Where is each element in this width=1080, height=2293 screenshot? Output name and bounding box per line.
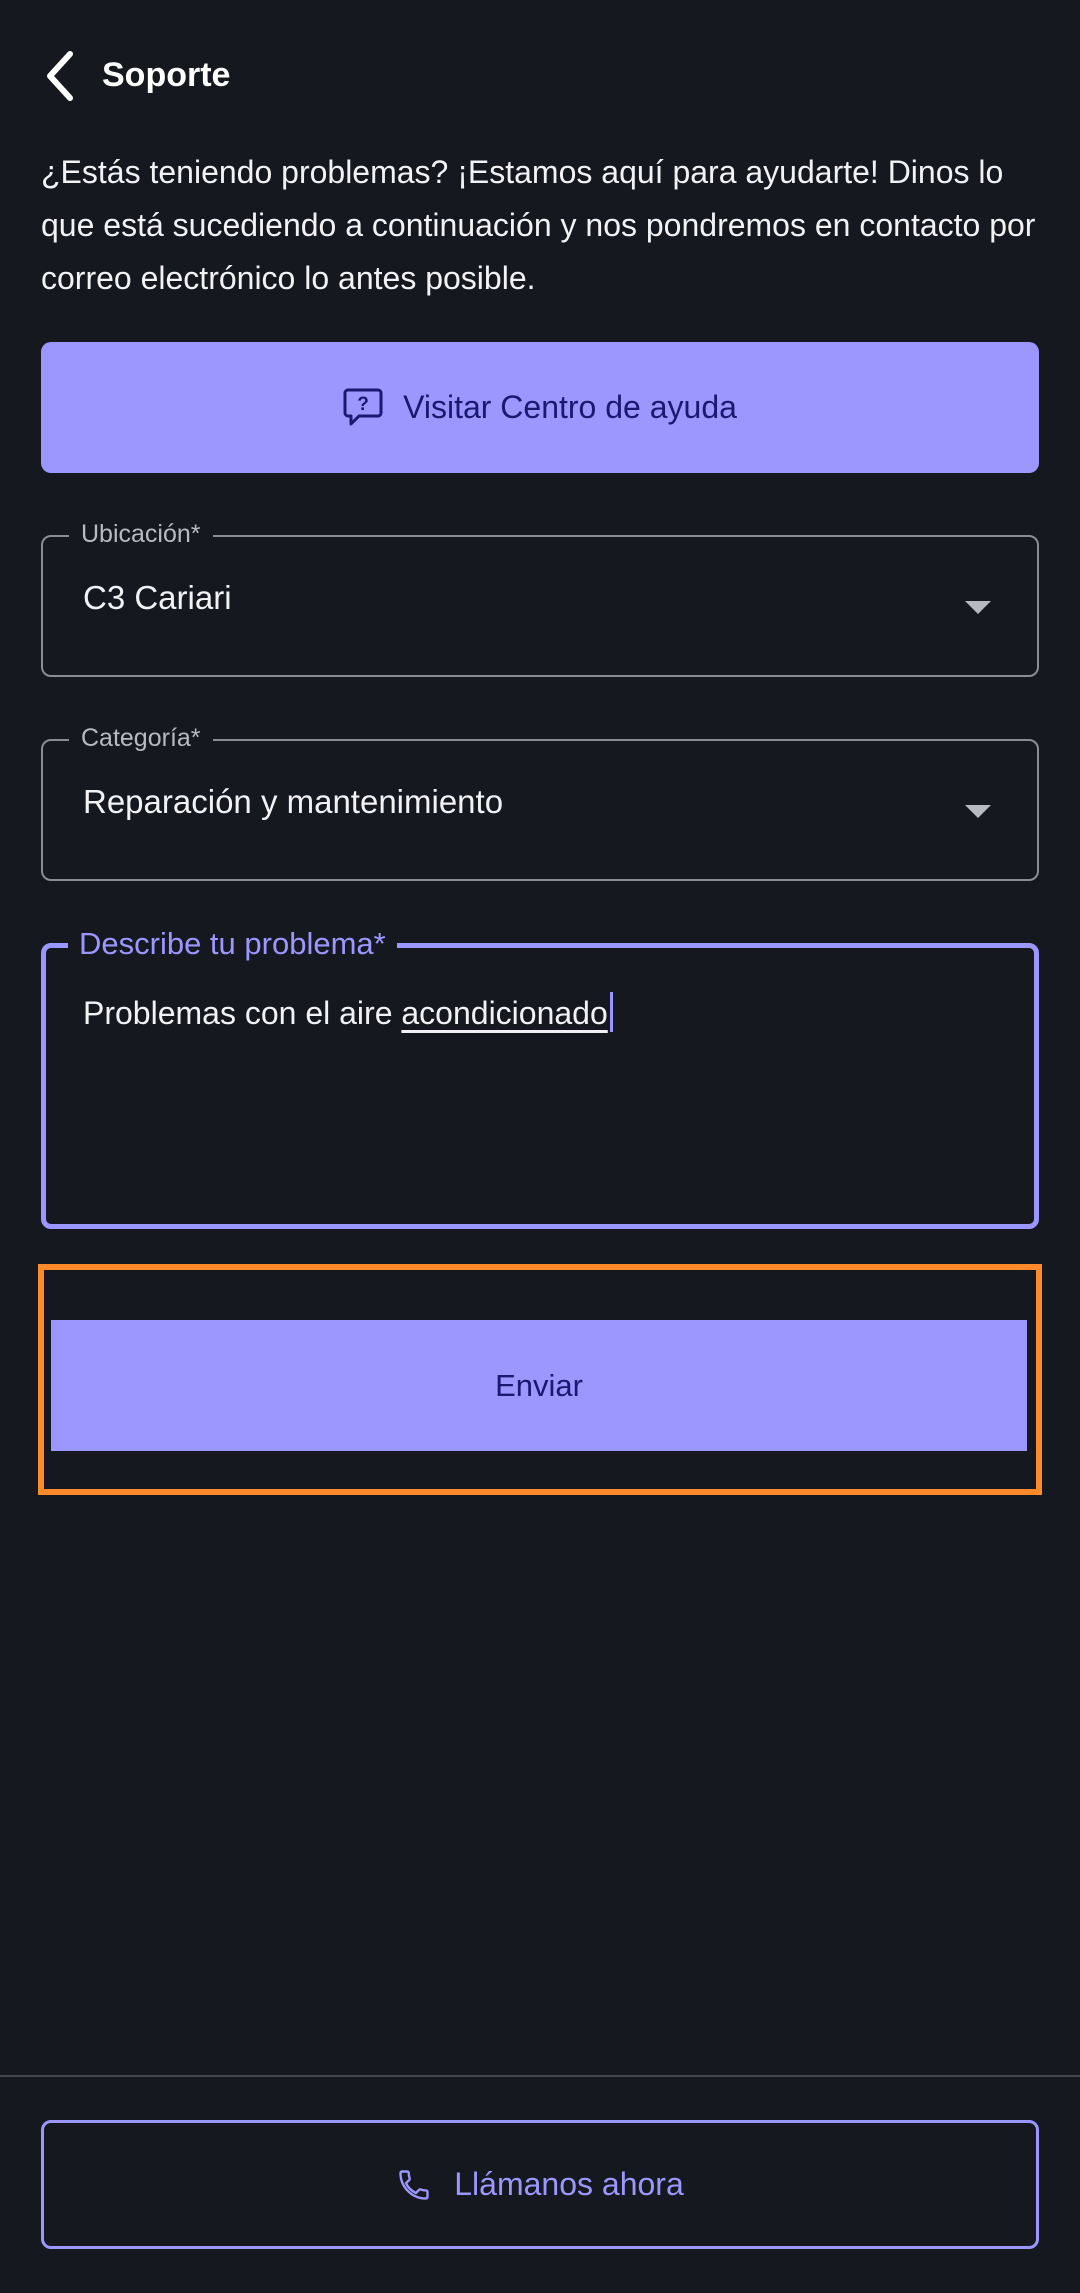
support-screen: Soporte ¿Estás teniendo problemas? ¡Esta… xyxy=(0,0,1080,2293)
text-cursor xyxy=(609,992,613,1032)
svg-text:?: ? xyxy=(357,394,369,415)
app-header: Soporte xyxy=(0,40,1080,112)
submit-button[interactable]: Enviar xyxy=(51,1320,1027,1451)
chevron-left-icon xyxy=(47,51,73,101)
submit-highlight-frame: Enviar xyxy=(38,1264,1042,1495)
category-label: Categoría* xyxy=(69,724,213,753)
submit-label: Enviar xyxy=(495,1367,583,1403)
question-chat-icon: ? xyxy=(343,388,383,425)
call-now-button[interactable]: Llámanos ahora xyxy=(41,2120,1039,2249)
help-center-button[interactable]: ? Visitar Centro de ayuda xyxy=(41,342,1039,473)
location-label: Ubicación* xyxy=(69,520,213,549)
description-textarea[interactable]: Describe tu problema* Problemas con el a… xyxy=(41,926,1039,1229)
description-text: Problemas con el aire xyxy=(83,995,402,1031)
description-label: Describe tu problema* xyxy=(68,926,397,962)
call-now-label: Llámanos ahora xyxy=(454,2166,684,2202)
description-value: Problemas con el aire acondicionado xyxy=(83,992,613,1032)
footer-divider xyxy=(0,2075,1080,2077)
category-select[interactable]: Categoría* Reparación y mantenimiento xyxy=(41,724,1039,881)
category-value: Reparación y mantenimiento xyxy=(83,783,504,820)
dropdown-arrow-icon xyxy=(965,805,991,818)
location-value: C3 Cariari xyxy=(83,579,232,616)
intro-text: ¿Estás teniendo problemas? ¡Estamos aquí… xyxy=(41,154,1036,296)
back-button[interactable] xyxy=(30,46,90,106)
dropdown-arrow-icon xyxy=(965,601,991,614)
phone-icon xyxy=(399,2169,429,2200)
location-select[interactable]: Ubicación* C3 Cariari xyxy=(41,520,1039,677)
page-title: Soporte xyxy=(102,56,231,94)
help-center-label: Visitar Centro de ayuda xyxy=(403,389,737,425)
autocorrect-word: acondicionado xyxy=(401,995,608,1031)
